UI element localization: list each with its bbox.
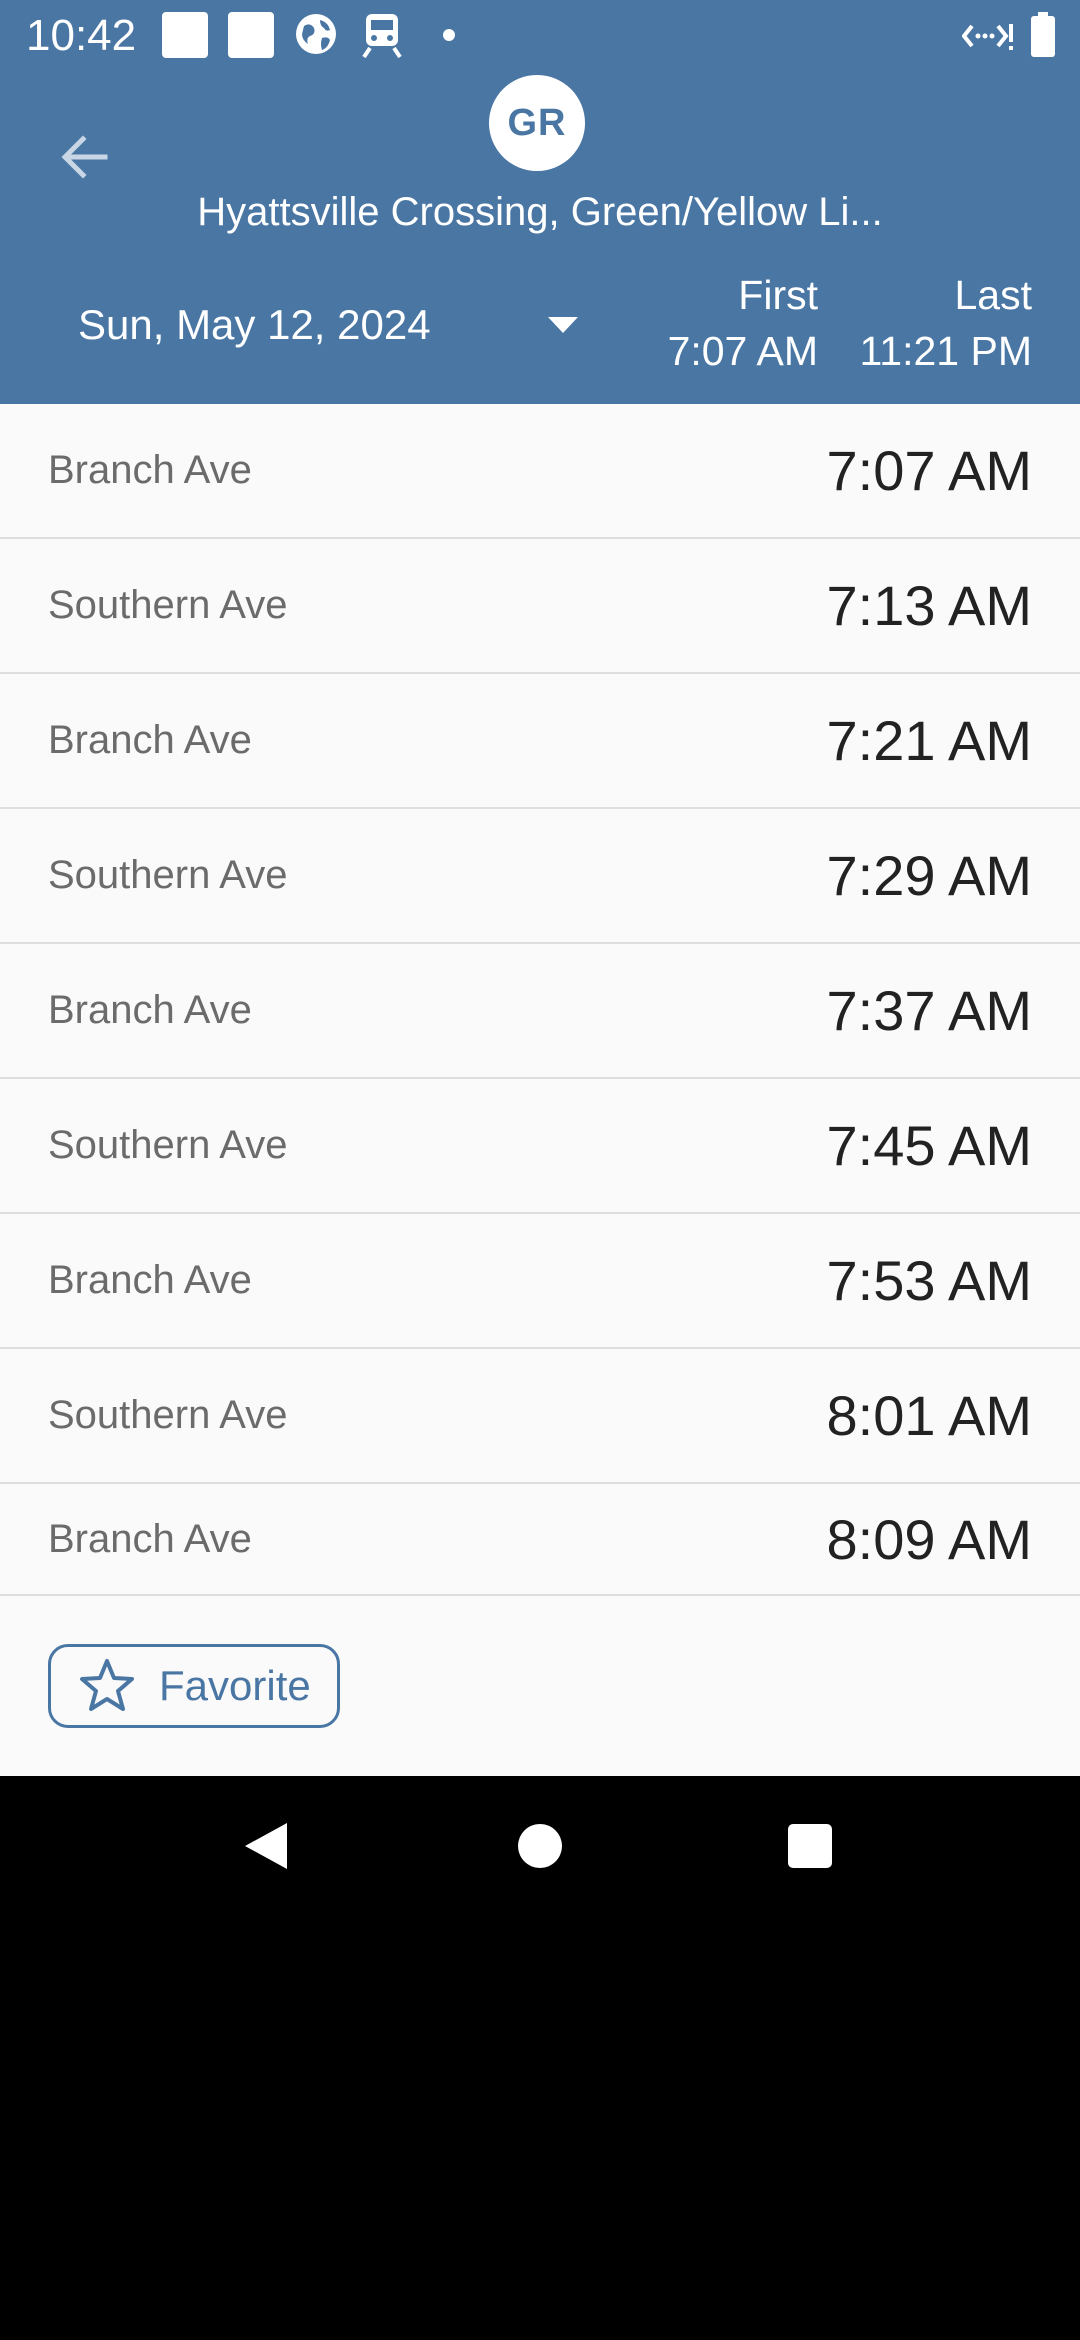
list-item: Branch Ave 7:53 AM	[0, 1214, 1080, 1349]
list-item: Southern Ave 7:13 AM	[0, 539, 1080, 674]
list-item: Branch Ave 8:09 AM	[0, 1484, 1080, 1596]
app-screen: 10:42 GR Hyattsville Crossing, Green/Yel…	[0, 0, 1080, 2340]
list-item: Branch Ave 7:07 AM	[0, 404, 1080, 539]
circle-home-icon	[518, 1824, 562, 1868]
list-item: Southern Ave 7:29 AM	[0, 809, 1080, 944]
first-time: 7:07 AM	[667, 328, 818, 374]
favorite-button[interactable]: Favorite	[48, 1644, 340, 1728]
station-title: Hyattsville Crossing, Green/Yellow Li...	[197, 190, 883, 234]
arrow-left-icon	[61, 135, 108, 179]
train-destination: Branch Ave	[48, 718, 252, 762]
train-destination: Southern Ave	[48, 853, 288, 897]
dot-icon	[443, 29, 455, 41]
network-icon	[962, 16, 1014, 56]
status-time: 10:42	[26, 11, 137, 60]
list-item: Branch Ave 7:21 AM	[0, 674, 1080, 809]
train-destination: Southern Ave	[48, 583, 288, 627]
first-train-info: First 7:07 AM	[668, 267, 818, 379]
train-destination: Branch Ave	[48, 1516, 252, 1561]
train-time: 7:53 AM	[826, 1249, 1032, 1312]
back-button[interactable]	[50, 122, 120, 192]
header: 10:42 GR Hyattsville Crossing, Green/Yel…	[0, 0, 1080, 404]
last-time: 11:21 PM	[859, 328, 1032, 374]
home-nav-button[interactable]	[500, 1806, 580, 1886]
notification-square-icon	[228, 12, 274, 58]
footer: Favorite	[0, 1596, 1080, 1776]
star-icon	[80, 1659, 134, 1711]
train-icon	[360, 12, 404, 58]
list-item: Branch Ave 7:37 AM	[0, 944, 1080, 1079]
date-dropdown[interactable]: Sun, May 12, 2024	[78, 290, 608, 360]
schedule-list[interactable]: Branch Ave 7:07 AM Southern Ave 7:13 AM …	[0, 404, 1080, 1596]
train-destination: Branch Ave	[48, 448, 252, 492]
system-nav-bar	[0, 1776, 1080, 1916]
favorite-label: Favorite	[159, 1662, 311, 1709]
battery-icon	[1030, 12, 1056, 58]
list-item: Southern Ave 7:45 AM	[0, 1079, 1080, 1214]
list-item: Southern Ave 8:01 AM	[0, 1349, 1080, 1484]
train-time: 7:07 AM	[826, 439, 1032, 502]
first-label: First	[738, 272, 818, 318]
recents-nav-button[interactable]	[770, 1806, 850, 1886]
train-time: 7:29 AM	[826, 844, 1032, 907]
train-time: 7:21 AM	[826, 709, 1032, 772]
notification-square-icon	[162, 12, 208, 58]
triangle-back-icon	[245, 1823, 287, 1869]
back-nav-button[interactable]	[226, 1806, 306, 1886]
dropdown-caret-icon	[548, 317, 578, 333]
train-time: 8:09 AM	[826, 1507, 1032, 1571]
train-time: 7:37 AM	[826, 979, 1032, 1042]
train-time: 7:45 AM	[826, 1114, 1032, 1177]
train-time: 7:13 AM	[826, 574, 1032, 637]
date-value: Sun, May 12, 2024	[78, 301, 431, 348]
globe-icon	[294, 12, 338, 56]
square-recents-icon	[788, 1824, 832, 1868]
train-time: 8:01 AM	[826, 1384, 1032, 1447]
last-label: Last	[954, 272, 1033, 318]
last-train-info: Last 11:21 PM	[860, 267, 1032, 379]
train-destination: Southern Ave	[48, 1123, 288, 1167]
train-destination: Branch Ave	[48, 1258, 252, 1302]
train-destination: Southern Ave	[48, 1393, 288, 1437]
train-destination: Branch Ave	[48, 988, 252, 1032]
line-badge: GR	[489, 75, 585, 171]
